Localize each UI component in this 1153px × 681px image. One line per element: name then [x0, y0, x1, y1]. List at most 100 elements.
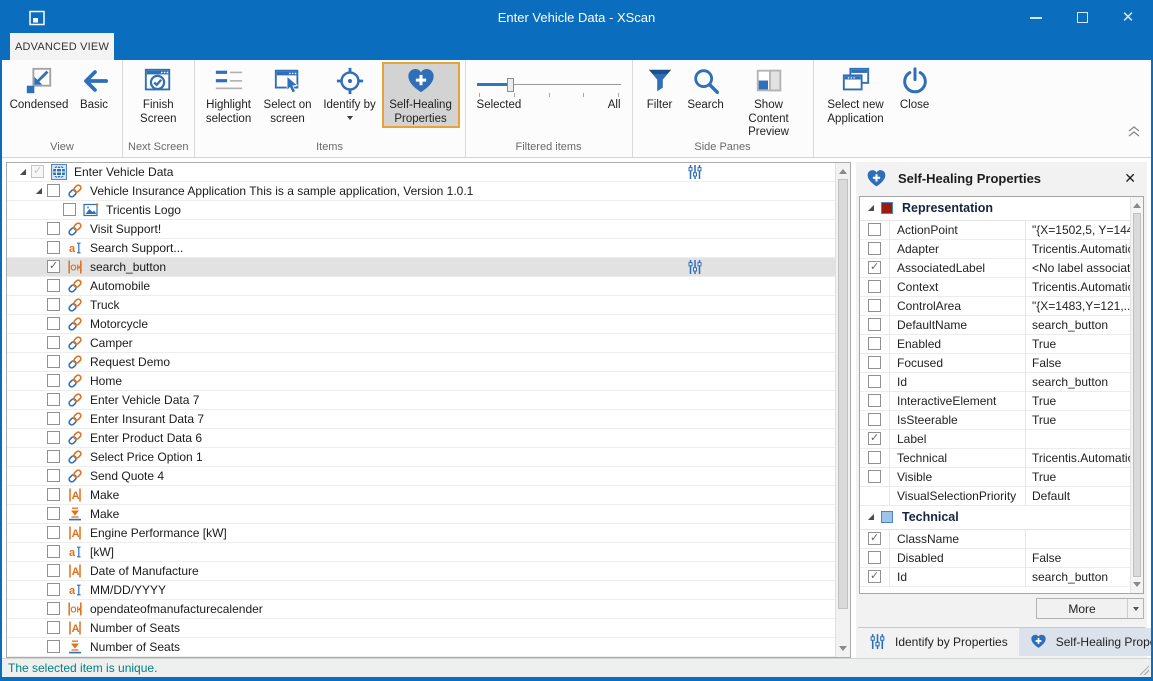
- tree-row[interactable]: ADate of Manufacture: [7, 562, 835, 581]
- property-row[interactable]: AdapterTricentis.Automatio...: [860, 240, 1130, 259]
- tree-item-checkbox[interactable]: [47, 469, 60, 482]
- property-section-header[interactable]: ◢Technical: [860, 506, 1130, 530]
- tree-item-checkbox[interactable]: [47, 260, 60, 273]
- tree-row[interactable]: Request Demo: [7, 353, 835, 372]
- tree-item-checkbox[interactable]: [63, 203, 76, 216]
- tree-item-checkbox[interactable]: [47, 374, 60, 387]
- tree-row[interactable]: AMake: [7, 486, 835, 505]
- show-content-preview-button[interactable]: Show Content Preview: [730, 62, 808, 140]
- property-row[interactable]: ControlArea"{X=1483,Y=121,...: [860, 297, 1130, 316]
- property-value[interactable]: search_button: [1026, 568, 1130, 586]
- tree-item-checkbox[interactable]: [47, 222, 60, 235]
- tree-item-checkbox[interactable]: [31, 165, 44, 178]
- expander-icon[interactable]: ◢: [864, 204, 878, 212]
- expander-icon[interactable]: ◢: [864, 513, 878, 521]
- tab-identify-by-properties[interactable]: Identify by Properties: [858, 628, 1019, 656]
- tree-item-checkbox[interactable]: [47, 488, 60, 501]
- tree-scrollbar[interactable]: [835, 163, 850, 657]
- property-checkbox[interactable]: [868, 375, 881, 388]
- property-checkbox[interactable]: [868, 261, 881, 274]
- tree-item-checkbox[interactable]: [47, 640, 60, 653]
- finish-screen-button[interactable]: Finish Screen: [129, 62, 187, 126]
- property-checkbox[interactable]: [868, 223, 881, 236]
- select-new-application-button[interactable]: Select new Application: [819, 62, 893, 126]
- tree-item-checkbox[interactable]: [47, 241, 60, 254]
- property-checkbox[interactable]: [868, 470, 881, 483]
- property-value[interactable]: False: [1026, 549, 1130, 567]
- property-checkbox[interactable]: [868, 356, 881, 369]
- highlight-selection-button[interactable]: Highlight selection: [200, 62, 258, 126]
- tree-row[interactable]: OKsearch_button: [7, 258, 835, 277]
- property-row[interactable]: Label: [860, 430, 1130, 449]
- property-checkbox[interactable]: [868, 532, 881, 545]
- identify-by-properties-icon[interactable]: [687, 164, 703, 180]
- property-row[interactable]: InteractiveElementTrue: [860, 392, 1130, 411]
- scroll-thumb[interactable]: [838, 179, 848, 609]
- close-xscan-button[interactable]: Close: [893, 62, 937, 113]
- tree-row[interactable]: AEngine Performance [kW]: [7, 524, 835, 543]
- collapse-ribbon-chevron[interactable]: [1127, 126, 1141, 137]
- expander-icon[interactable]: ◢: [31, 187, 47, 195]
- tree-item-checkbox[interactable]: [47, 450, 60, 463]
- tree-row[interactable]: Enter Vehicle Data 7: [7, 391, 835, 410]
- tree-row[interactable]: Motorcycle: [7, 315, 835, 334]
- tree-row[interactable]: Automobile: [7, 277, 835, 296]
- tree-item-checkbox[interactable]: [47, 564, 60, 577]
- tree-item-checkbox[interactable]: [47, 602, 60, 615]
- close-window-button[interactable]: ✕: [1105, 2, 1151, 33]
- tree-item-checkbox[interactable]: [47, 545, 60, 558]
- property-value[interactable]: True: [1026, 411, 1130, 429]
- property-row[interactable]: IsSteerableTrue: [860, 411, 1130, 430]
- tree-row[interactable]: OKopendateofmanufacturecalender: [7, 600, 835, 619]
- property-row[interactable]: EnabledTrue: [860, 335, 1130, 354]
- property-value[interactable]: True: [1026, 335, 1130, 353]
- grid-scrollbar[interactable]: [1130, 197, 1143, 593]
- property-checkbox[interactable]: [868, 551, 881, 564]
- tree-item-checkbox[interactable]: [47, 507, 60, 520]
- tree-row[interactable]: Select Price Option 1: [7, 448, 835, 467]
- tab-self-healing-properties[interactable]: Self-Healing Propert...: [1019, 628, 1153, 656]
- property-row[interactable]: VisualSelectionPriorityDefault: [860, 487, 1130, 506]
- property-value[interactable]: [1026, 530, 1130, 548]
- property-value[interactable]: Default: [1026, 487, 1130, 505]
- property-row[interactable]: ActionPoint"{X=1502,5, Y=144...: [860, 221, 1130, 240]
- property-checkbox[interactable]: [868, 451, 881, 464]
- scroll-down-arrow[interactable]: [1131, 577, 1143, 592]
- tree-item-checkbox[interactable]: [47, 355, 60, 368]
- property-value[interactable]: search_button: [1026, 373, 1130, 391]
- property-value[interactable]: "{X=1502,5, Y=144...: [1026, 221, 1130, 239]
- tree-row[interactable]: ◢Enter Vehicle Data: [7, 163, 835, 182]
- property-checkbox[interactable]: [868, 280, 881, 293]
- tree-item-checkbox[interactable]: [47, 279, 60, 292]
- property-value[interactable]: Tricentis.Automatio...: [1026, 240, 1130, 258]
- tree-item-checkbox[interactable]: [47, 184, 60, 197]
- tree-row[interactable]: Enter Product Data 6: [7, 429, 835, 448]
- property-row[interactable]: Idsearch_button: [860, 568, 1130, 587]
- property-value[interactable]: Tricentis.Automatio...: [1026, 449, 1130, 467]
- tree-row[interactable]: Home: [7, 372, 835, 391]
- scroll-thumb[interactable]: [1133, 213, 1141, 577]
- scroll-up-arrow[interactable]: [1131, 198, 1143, 213]
- tree-item-checkbox[interactable]: [47, 317, 60, 330]
- condensed-button[interactable]: Condensed: [7, 62, 71, 113]
- property-row[interactable]: DefaultNamesearch_button: [860, 316, 1130, 335]
- tree-row[interactable]: Enter Insurant Data 7: [7, 410, 835, 429]
- more-button[interactable]: More: [1036, 598, 1144, 619]
- tree-row[interactable]: Send Quote 4: [7, 467, 835, 486]
- tree-row[interactable]: Truck: [7, 296, 835, 315]
- tree-item-checkbox[interactable]: [47, 336, 60, 349]
- tree-row[interactable]: a[kW]: [7, 543, 835, 562]
- tree-row[interactable]: Visit Support!: [7, 220, 835, 239]
- property-row[interactable]: FocusedFalse: [860, 354, 1130, 373]
- self-healing-properties-button[interactable]: Self-Healing Properties: [382, 62, 460, 128]
- tree-item-checkbox[interactable]: [47, 526, 60, 539]
- property-row[interactable]: TechnicalTricentis.Automatio...: [860, 449, 1130, 468]
- tree-item-checkbox[interactable]: [47, 298, 60, 311]
- property-row[interactable]: ContextTricentis.Automatio...: [860, 278, 1130, 297]
- property-value[interactable]: Tricentis.Automatio...: [1026, 278, 1130, 296]
- property-section-header[interactable]: ◢Representation: [860, 197, 1130, 221]
- tree-row[interactable]: Make: [7, 505, 835, 524]
- property-checkbox[interactable]: [868, 318, 881, 331]
- identify-by-button[interactable]: Identify by: [318, 62, 382, 120]
- property-row[interactable]: AssociatedLabel<No label associate...: [860, 259, 1130, 278]
